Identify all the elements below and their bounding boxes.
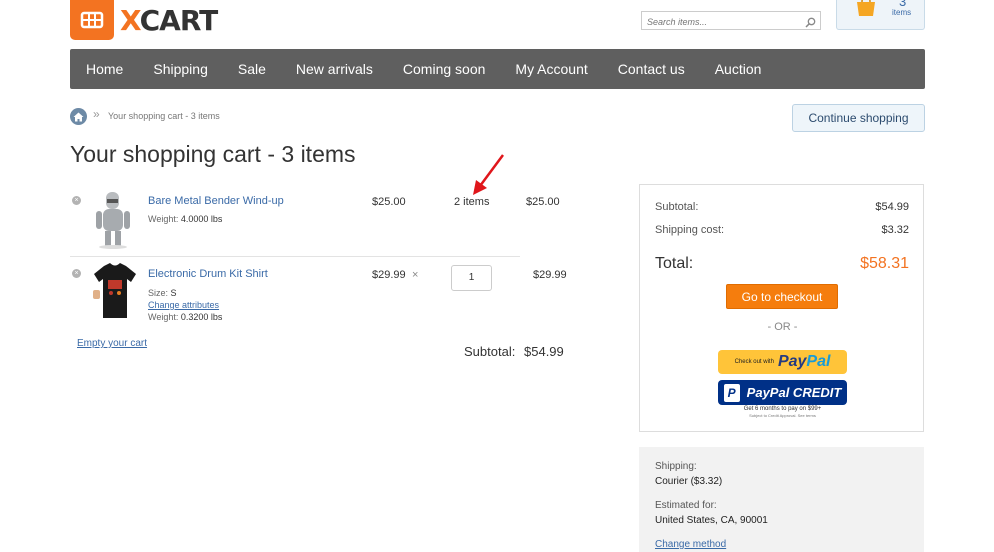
paypal-credit-subnote: Subject to Credit Approval. See terms [749,413,816,418]
weight-value: 0.3200 lbs [180,312,223,322]
size-label: Size: [148,288,169,298]
product-name-link[interactable]: Electronic Drum Kit Shirt [148,268,268,280]
cart-item-row: × Bare Metal Bender Wind-up Weight: 4.00… [70,187,560,257]
summary-shipping-value: $3.32 [881,224,909,236]
weight-label: Weight: [148,312,179,322]
estimated-for-value: United States, CA, 90001 [655,515,768,526]
summary-total-value: $58.31 [860,255,909,272]
summary-subtotal-label: Subtotal: [655,201,699,213]
nav-item-contact-us[interactable]: Contact us [618,61,685,77]
breadcrumb-separator: » [93,107,100,121]
paypal-logo-pay: Pay [777,353,807,370]
paypal-checkout-button[interactable]: Check out with PayPal [718,350,847,374]
cart-subtotal-value: $54.99 [524,344,564,359]
breadcrumb-current: Your shopping cart - 3 items [108,111,220,121]
minicart-label: items [892,8,912,17]
nav-item-shipping[interactable]: Shipping [153,61,208,77]
nav-item-auction[interactable]: Auction [715,61,762,77]
logo[interactable]: XCART [70,0,219,40]
nav-item-sale[interactable]: Sale [238,61,266,77]
logo-text-main: CART [139,3,219,37]
shopping-bag-icon [854,0,878,21]
product-weight: Weight: 4.0000 lbs [148,214,222,224]
paypal-credit-label: PayPal CREDIT [746,385,842,400]
nav-item-new-arrivals[interactable]: New arrivals [296,61,373,77]
continue-shopping-button[interactable]: Continue shopping [792,104,925,132]
logo-cart-icon [70,0,114,40]
empty-cart-link[interactable]: Empty your cart [77,338,147,349]
shipping-label: Shipping: [655,461,697,472]
product-image-bender[interactable] [90,190,136,255]
quantity-input[interactable]: 1 [451,265,492,291]
or-divider: - OR - [767,321,798,333]
paypal-logo-pal: Pal [806,353,831,370]
shipping-method: Courier ($3.32) [655,476,723,487]
item-price: $25.00 [372,196,406,208]
cart-item-row: × Electronic Drum Kit Shirt Size: S Chan… [70,258,567,328]
product-weight: Weight: 0.3200 lbs [148,312,222,322]
shipping-estimate-box: Shipping: Courier ($3.32) Estimated for:… [639,447,924,552]
search-box [641,11,821,33]
paypal-small-label: Check out with [734,359,774,365]
size-value: S [170,288,177,298]
main-nav: Home Shipping Sale New arrivals Coming s… [70,49,925,89]
order-summary: Subtotal: $54.99 Shipping cost: $3.32 To… [639,184,924,432]
remove-item-icon[interactable]: × [72,269,81,278]
paypal-logo: PayPal [778,353,830,371]
nav-item-coming-soon[interactable]: Coming soon [403,61,486,77]
page-title: Your shopping cart - 3 items [70,141,356,167]
home-icon[interactable] [70,108,87,125]
weight-label: Weight: [148,214,179,224]
estimated-for-label: Estimated for: [655,500,717,511]
product-name-link[interactable]: Bare Metal Bender Wind-up [148,195,284,207]
logo-text-prefix: X [120,3,141,37]
summary-total-label: Total: [655,255,694,272]
remove-item-icon[interactable]: × [72,196,81,205]
nav-item-my-account[interactable]: My Account [515,61,587,77]
item-subtotal: $25.00 [526,196,560,208]
annotation-arrow-icon [468,153,508,202]
logo-text: XCART [120,3,219,37]
change-attributes-link[interactable]: Change attributes [148,300,219,310]
paypal-p-icon: P [723,383,740,402]
multiply-icon: × [412,269,419,281]
checkout-button[interactable]: Go to checkout [726,284,838,309]
search-icon[interactable] [805,15,816,33]
product-size: Size: S [148,288,177,298]
item-subtotal: $29.99 [533,269,567,281]
paypal-credit-note: Get 6 months to pay on $99+ [743,406,822,412]
search-input[interactable] [642,13,792,31]
weight-value: 4.0000 lbs [180,214,223,224]
product-image-shirt[interactable] [90,260,140,325]
nav-item-home[interactable]: Home [86,61,123,77]
paypal-credit-button[interactable]: P PayPal CREDIT [718,380,847,405]
change-method-link[interactable]: Change method [655,539,726,550]
item-price: $29.99 [372,269,406,281]
cart-subtotal-label: Subtotal: [464,344,516,359]
minicart[interactable]: 3 items [836,0,925,30]
summary-shipping-label: Shipping cost: [655,224,725,236]
summary-subtotal-value: $54.99 [875,201,909,213]
